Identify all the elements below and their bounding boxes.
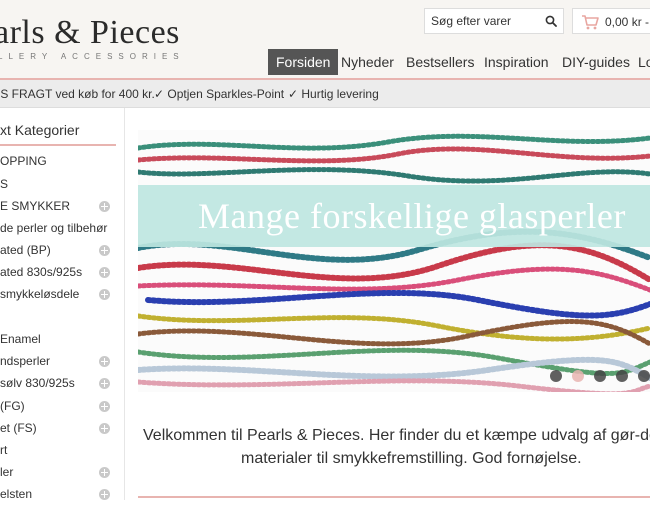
- nav-item-diy-guides[interactable]: DIY-guides: [562, 49, 630, 75]
- banner-caption-box: Mange forskellige glasperler: [138, 185, 650, 247]
- sidebar-item-label: elsten: [0, 487, 33, 501]
- main-content: Mange forskellige glasperler Velkommen t…: [125, 108, 650, 500]
- expand-plus-icon[interactable]: [99, 289, 110, 300]
- expand-plus-icon[interactable]: [99, 245, 110, 256]
- expand-plus-icon[interactable]: [99, 356, 110, 367]
- search-box: [424, 8, 564, 34]
- search-icon[interactable]: [545, 15, 557, 27]
- logo-text: arls & Pieces: [0, 14, 180, 51]
- sidebar-item-label: sølv 830/925s: [0, 376, 75, 390]
- sidebar-item[interactable]: smykkeløsdele: [0, 285, 116, 305]
- sidebar-item-label: Enamel: [0, 332, 41, 346]
- sidebar-item[interactable]: et (FS): [0, 419, 116, 439]
- slider-dots: [550, 370, 650, 384]
- banner-headline: Mange forskellige glasperler: [198, 196, 626, 236]
- sidebar-item[interactable]: ler: [0, 463, 116, 483]
- usp-bar: IS FRAGT ved køb for 400 kr. ✓ Optjen Sp…: [0, 80, 650, 108]
- sidebar-item[interactable]: de perler og tilbehør: [0, 219, 116, 239]
- sidebar-item[interactable]: OPPING: [0, 152, 116, 172]
- sidebar-item[interactable]: rt: [0, 441, 116, 461]
- slider-dot-5[interactable]: [638, 370, 650, 382]
- sidebar-item[interactable]: (FG): [0, 397, 116, 417]
- nav-item-nyheder[interactable]: Nyheder: [341, 49, 394, 75]
- category-sidebar: xt Kategorier OPPING S E SMYKKER de perl…: [0, 108, 125, 501]
- sidebar-item-label: OPPING: [0, 154, 47, 168]
- sidebar-item-label: et (FS): [0, 421, 37, 435]
- expand-plus-icon[interactable]: [99, 489, 110, 500]
- sidebar-item-label: ated (BP): [0, 243, 51, 257]
- sidebar-title: xt Kategorier: [0, 122, 80, 138]
- expand-plus-icon[interactable]: [99, 201, 110, 212]
- expand-plus-icon[interactable]: [99, 423, 110, 434]
- hero-banner[interactable]: Mange forskellige glasperler: [138, 130, 650, 392]
- cart-button[interactable]: 0,00 kr - 0: [572, 8, 650, 34]
- slider-dot-1[interactable]: [550, 370, 562, 382]
- expand-plus-icon[interactable]: [99, 401, 110, 412]
- logo[interactable]: arls & Pieces: [0, 14, 180, 52]
- sidebar-item[interactable]: ndsperler: [0, 352, 116, 372]
- cart-summary: 0,00 kr - 0: [605, 15, 650, 29]
- sidebar-item-label: rt: [0, 443, 8, 457]
- site-header: arls & Pieces LLERY ACCESSORIES 0,00 kr …: [0, 0, 650, 80]
- usp-free-shipping: IS FRAGT ved køb for 400 kr.: [0, 87, 155, 101]
- content-divider: [138, 496, 650, 498]
- nav-item-inspiration[interactable]: Inspiration: [484, 49, 549, 75]
- sidebar-item-label: ated 830s/925s: [0, 265, 83, 279]
- sidebar-item-label: E SMYKKER: [0, 199, 71, 213]
- expand-plus-icon[interactable]: [99, 378, 110, 389]
- welcome-line-1: Velkommen til Pearls & Pieces. Her finde…: [143, 427, 650, 444]
- slider-dot-3[interactable]: [594, 370, 606, 382]
- sidebar-item-label: (FG): [0, 399, 25, 413]
- usp-fast-delivery: ✓ Hurtig levering: [288, 87, 379, 101]
- sidebar-item-label: ndsperler: [0, 354, 51, 368]
- nav-item-bestsellers[interactable]: Bestsellers: [406, 49, 474, 75]
- sidebar-item[interactable]: sølv 830/925s: [0, 374, 116, 394]
- logo-tagline: LLERY ACCESSORIES: [0, 52, 185, 61]
- sidebar-item[interactable]: [0, 307, 116, 327]
- sidebar-item-label: S: [0, 177, 9, 191]
- sidebar-item[interactable]: elsten: [0, 485, 116, 505]
- expand-plus-icon[interactable]: [99, 467, 110, 478]
- sidebar-item[interactable]: ated (BP): [0, 241, 116, 261]
- nav-item-forsiden[interactable]: Forsiden: [268, 49, 339, 75]
- sidebar-item[interactable]: S: [0, 175, 116, 195]
- cart-icon: [582, 15, 599, 30]
- sidebar-title-divider: [0, 144, 116, 146]
- slider-dot-2[interactable]: [572, 370, 584, 382]
- sidebar-item[interactable]: Enamel: [0, 330, 116, 350]
- sidebar-item[interactable]: E SMYKKER: [0, 197, 116, 217]
- sidebar-item-label: de perler og tilbehør: [0, 221, 108, 235]
- sidebar-item-label: smykkeløsdele: [0, 287, 80, 301]
- usp-sparkles-point: ✓ Optjen Sparkles-Point: [154, 87, 285, 101]
- welcome-line-2: materialer til smykkefremstilling. God f…: [241, 450, 582, 467]
- expand-plus-icon[interactable]: [99, 267, 110, 278]
- slider-dot-4[interactable]: [616, 370, 628, 382]
- sidebar-item[interactable]: ated 830s/925s: [0, 263, 116, 283]
- banner-image: [138, 133, 650, 392]
- sidebar-item-label: ler: [0, 465, 14, 479]
- search-input[interactable]: [425, 9, 549, 33]
- nav-item-lo[interactable]: Lo: [638, 49, 650, 75]
